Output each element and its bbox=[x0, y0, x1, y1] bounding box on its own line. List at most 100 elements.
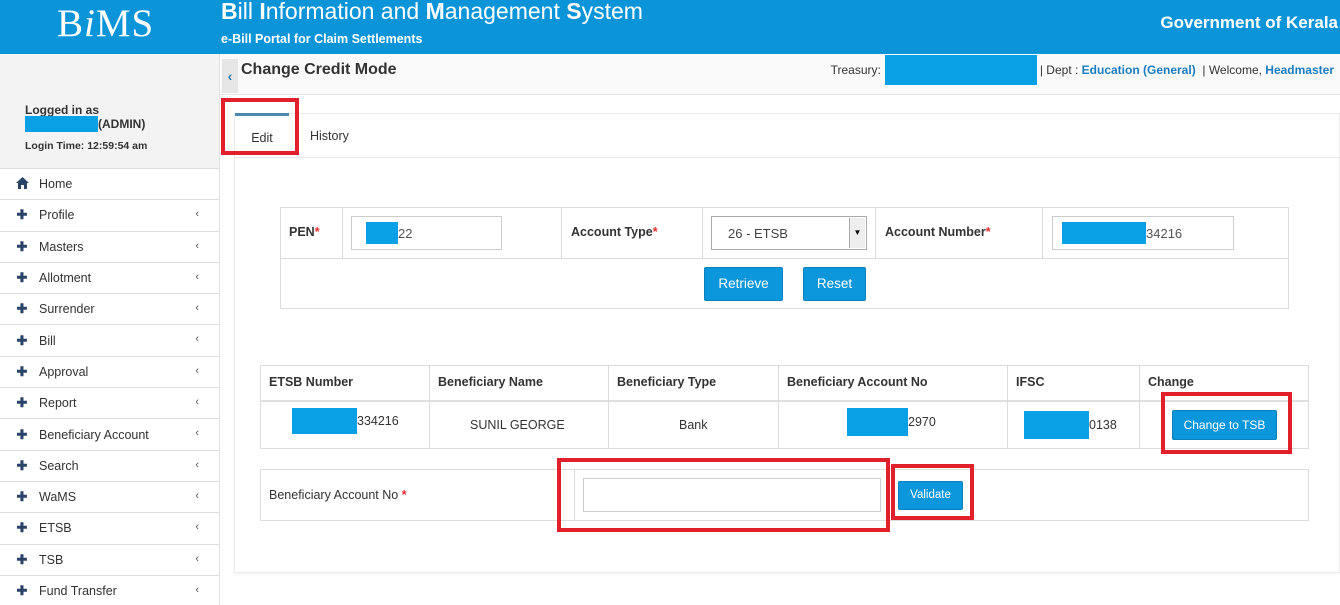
validate-button[interactable]: Validate bbox=[898, 481, 963, 510]
dept-label: | Dept : bbox=[1039, 63, 1079, 77]
redacted-value bbox=[847, 408, 908, 436]
sidebar-item-profile[interactable]: ✚ Profile ‹ bbox=[0, 199, 219, 231]
column-divider bbox=[429, 365, 430, 449]
pen-label: PEN* bbox=[289, 225, 320, 239]
tab-edit[interactable]: Edit bbox=[235, 113, 289, 157]
cell-divider bbox=[1042, 207, 1043, 258]
etsb-number-value: 334216 bbox=[357, 414, 399, 428]
sidebar-item-label: Bill bbox=[39, 333, 56, 348]
chevron-left-icon: ‹ bbox=[227, 68, 233, 84]
column-header: Change bbox=[1148, 375, 1194, 389]
cell-divider bbox=[561, 207, 562, 258]
plus-icon: ✚ bbox=[16, 551, 28, 567]
account-number-label: Account Number* bbox=[885, 225, 991, 239]
sidebar-item-label: TSB bbox=[39, 552, 64, 567]
column-header: Beneficiary Account No bbox=[787, 375, 928, 389]
plus-icon: ✚ bbox=[16, 457, 28, 473]
system-subtitle: e-Bill Portal for Claim Settlements bbox=[221, 32, 423, 46]
sidebar-item-label: Approval bbox=[39, 364, 89, 379]
plus-icon: ✚ bbox=[16, 520, 28, 536]
plus-icon: ✚ bbox=[16, 332, 28, 348]
table-cell-beneficiary-type: Bank bbox=[679, 418, 708, 432]
tab-history[interactable]: History bbox=[310, 129, 349, 143]
cell-divider bbox=[702, 207, 703, 258]
table-header-divider bbox=[260, 400, 1309, 402]
chevron-left-icon: ‹ bbox=[195, 208, 199, 221]
sidebar-item-fund-transfer[interactable]: ✚ Fund Transfer ‹ bbox=[0, 574, 219, 605]
sidebar-item-label: Beneficiary Account bbox=[39, 427, 149, 442]
chevron-left-icon: ‹ bbox=[195, 458, 199, 471]
column-divider bbox=[778, 365, 779, 449]
plus-icon: ✚ bbox=[16, 426, 28, 442]
cell-divider bbox=[574, 469, 575, 521]
retrieve-button[interactable]: Retrieve bbox=[704, 267, 783, 301]
plus-icon: ✚ bbox=[16, 238, 28, 254]
sidebar-item-etsb[interactable]: ✚ ETSB ‹ bbox=[0, 512, 219, 544]
plus-icon: ✚ bbox=[16, 207, 28, 223]
sidebar-item-approval[interactable]: ✚ Approval ‹ bbox=[0, 355, 219, 388]
redacted-value bbox=[366, 222, 398, 244]
sidebar-item-masters[interactable]: ✚ Masters ‹ bbox=[0, 230, 219, 262]
pen-input[interactable]: 22 bbox=[351, 216, 502, 250]
sidebar-item-home[interactable]: Home bbox=[0, 168, 219, 200]
sidebar-item-beneficiary-account[interactable]: ✚ Beneficiary Account ‹ bbox=[0, 418, 219, 450]
redacted-value bbox=[1024, 411, 1089, 439]
plus-icon: ✚ bbox=[16, 583, 28, 598]
sidebar-item-label: Fund Transfer bbox=[39, 584, 117, 598]
column-divider bbox=[608, 365, 609, 449]
reset-button[interactable]: Reset bbox=[803, 267, 866, 301]
sidebar-item-search[interactable]: ✚ Search ‹ bbox=[0, 449, 219, 481]
column-header: Beneficiary Type bbox=[617, 375, 717, 389]
chevron-left-icon: ‹ bbox=[195, 427, 199, 440]
sidebar-item-report[interactable]: ✚ Report ‹ bbox=[0, 387, 219, 419]
sidebar-item-label: Allotment bbox=[39, 271, 92, 286]
logged-in-as-label: Logged in as bbox=[25, 103, 100, 117]
redacted-value bbox=[292, 408, 357, 434]
plus-icon: ✚ bbox=[16, 363, 28, 379]
user-role: (ADMIN) bbox=[98, 117, 146, 131]
chevron-left-icon: ‹ bbox=[195, 239, 199, 252]
page-title: Change Credit Mode bbox=[241, 61, 397, 78]
welcome-user-link[interactable]: Headmaster bbox=[1265, 63, 1334, 77]
account-number-value: 34216 bbox=[1146, 225, 1183, 241]
table-cell-etsb-number: 334216 bbox=[292, 408, 399, 434]
user-context-bar: Treasury: | Dept : Education (General) |… bbox=[831, 54, 1334, 86]
chevron-left-icon: ‹ bbox=[195, 396, 199, 409]
tabs-divider bbox=[234, 157, 1340, 158]
sidebar-menu: Home ✚ Profile ‹ ✚ Masters ‹ ✚ Allotment… bbox=[0, 168, 219, 605]
pen-value: 22 bbox=[398, 225, 413, 241]
beneficiary-account-label: Beneficiary Account No * bbox=[269, 488, 407, 502]
cell-divider bbox=[875, 207, 876, 258]
sidebar-item-allotment[interactable]: ✚ Allotment ‹ bbox=[0, 261, 219, 294]
chevron-left-icon: ‹ bbox=[195, 583, 199, 596]
page-titlebar: ‹ Change Credit Mode Treasury: | Dept : … bbox=[220, 54, 1340, 95]
sidebar-item-bill[interactable]: ✚ Bill ‹ bbox=[0, 324, 219, 356]
account-type-label: Account Type* bbox=[571, 225, 658, 239]
sidebar-item-tsb[interactable]: ✚ TSB ‹ bbox=[0, 543, 219, 575]
account-type-value: 26 - ETSB bbox=[728, 226, 788, 241]
column-header: IFSC bbox=[1016, 375, 1045, 389]
sidebar-item-wams[interactable]: ✚ WaMS ‹ bbox=[0, 480, 219, 513]
sidebar-item-label: Search bbox=[39, 458, 79, 473]
login-info: Logged in as (ADMIN) Login Time: 12:59:5… bbox=[0, 54, 219, 168]
sidebar-toggle-button[interactable]: ‹ bbox=[222, 59, 238, 93]
change-to-tsb-button[interactable]: Change to TSB bbox=[1172, 410, 1277, 440]
beneficiary-account-input[interactable] bbox=[583, 478, 881, 512]
redacted-treasury bbox=[884, 55, 1037, 85]
account-type-select[interactable]: 26 - ETSB ▼ bbox=[711, 216, 867, 250]
sidebar-item-label: Profile bbox=[39, 208, 75, 223]
sidebar-item-label: Masters bbox=[39, 239, 84, 254]
chevron-left-icon: ‹ bbox=[195, 333, 199, 346]
plus-icon: ✚ bbox=[16, 301, 28, 317]
government-label: Government of Kerala bbox=[1160, 13, 1338, 32]
sidebar-item-surrender[interactable]: ✚ Surrender ‹ bbox=[0, 293, 219, 325]
plus-icon: ✚ bbox=[16, 489, 28, 505]
chevron-left-icon: ‹ bbox=[195, 270, 199, 283]
redacted-value bbox=[1062, 222, 1146, 244]
treasury-label: Treasury: bbox=[830, 63, 881, 77]
table-cell-ifsc: 0138 bbox=[1024, 411, 1117, 439]
logged-in-user: (ADMIN) bbox=[25, 116, 145, 132]
account-number-input[interactable]: 34216 bbox=[1052, 216, 1234, 250]
dept-link[interactable]: Education (General) bbox=[1082, 63, 1196, 77]
chevron-left-icon: ‹ bbox=[195, 552, 199, 565]
